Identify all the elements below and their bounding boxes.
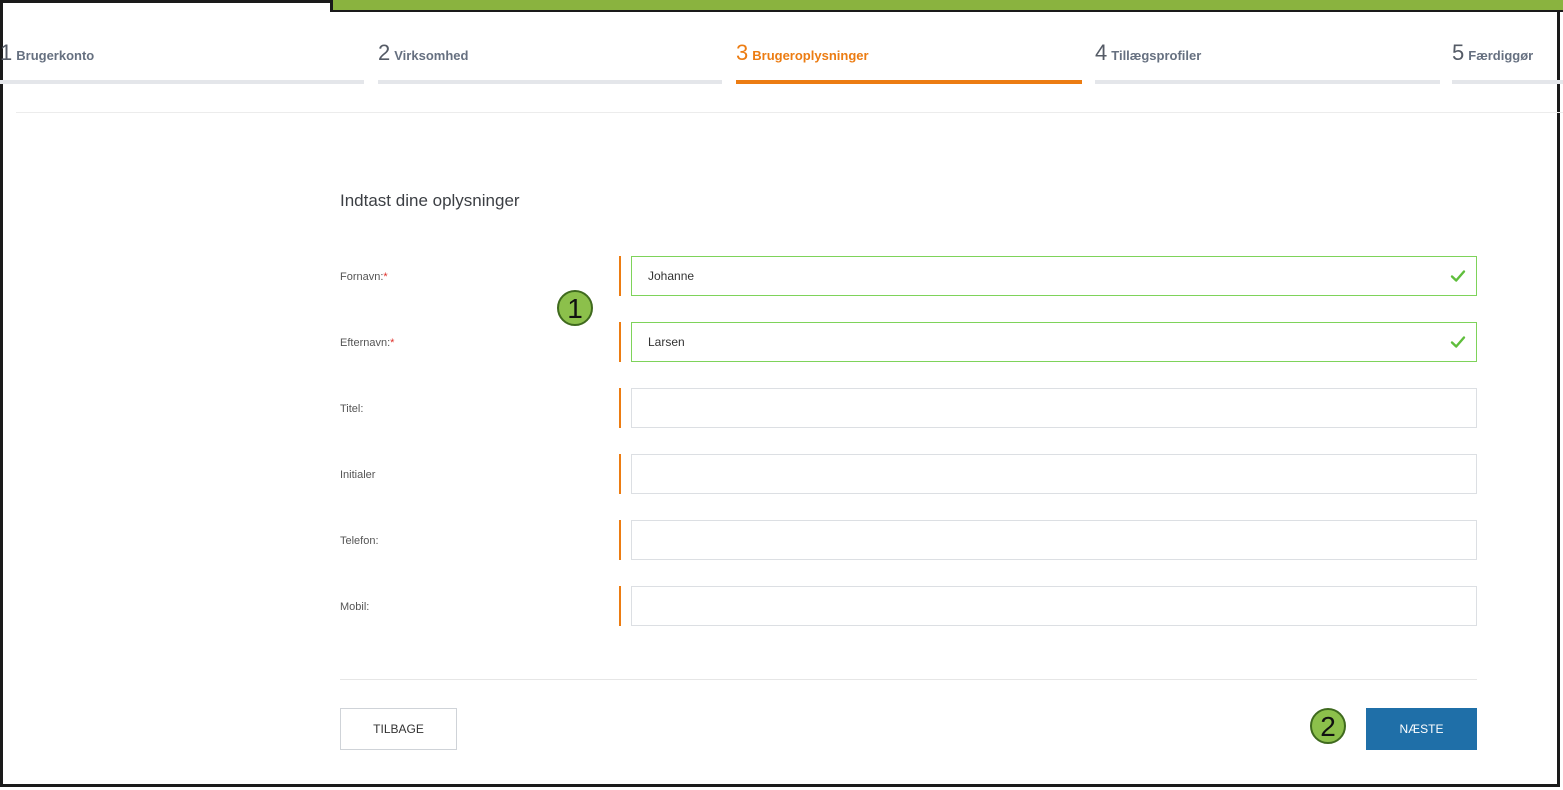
back-button[interactable]: TILBAGE — [340, 708, 457, 750]
telefon-input[interactable] — [631, 520, 1477, 560]
valid-check-icon — [1450, 270, 1466, 282]
step-label: Virksomhed — [394, 48, 469, 63]
top-border — [0, 0, 330, 3]
fornavn-input[interactable]: Johanne — [631, 256, 1477, 296]
step-number: 3 — [736, 40, 749, 65]
step-number: 2 — [378, 40, 391, 65]
step-number: 4 — [1095, 40, 1108, 65]
titel-label: Titel: — [340, 403, 364, 415]
step-tillaegsprofiler[interactable]: 4 Tillægsprofiler — [1095, 40, 1440, 90]
required-marker: * — [383, 271, 388, 283]
step-number: 1 — [0, 40, 13, 65]
form-title: Indtast dine oplysninger — [340, 191, 520, 210]
step-progress-bar — [1452, 80, 1563, 84]
step-progress-bar — [0, 80, 364, 84]
telefon-label: Telefon: — [340, 535, 379, 547]
efternavn-input[interactable]: Larsen — [631, 322, 1477, 362]
annotation-badge-2: 2 — [1310, 708, 1346, 744]
fornavn-label: Fornavn:* — [340, 271, 388, 283]
label-text: Efternavn: — [340, 337, 391, 349]
step-progress-bar — [378, 80, 722, 84]
efternavn-label: Efternavn:* — [340, 337, 394, 349]
label-text: Fornavn: — [340, 271, 384, 283]
valid-check-icon — [1450, 336, 1466, 348]
step-brugerkonto[interactable]: 1 Brugerkonto — [0, 40, 364, 90]
step-brugeroplysninger[interactable]: 3 Brugeroplysninger — [736, 40, 1082, 90]
step-label: Færdiggør — [1468, 48, 1534, 63]
input-value: Johanne — [648, 269, 695, 283]
step-progress-bar — [1095, 80, 1440, 84]
footer-divider — [340, 679, 1477, 680]
mobil-input[interactable] — [631, 586, 1477, 626]
step-label: Tillægsprofiler — [1111, 48, 1202, 63]
wizard-steps: 1 Brugerkonto 2 Virksomhed 3 Brugeroplysnin… — [0, 40, 1563, 90]
titel-input[interactable] — [631, 388, 1477, 428]
field-accent-bar — [619, 322, 621, 362]
step-label: Brugerkonto — [16, 48, 95, 63]
annotation-badge-1: 1 — [557, 290, 593, 326]
input-value: Larsen — [648, 335, 685, 349]
next-button[interactable]: NÆSTE — [1366, 708, 1477, 750]
initialer-input[interactable] — [631, 454, 1477, 494]
initialer-label: Initialer — [340, 469, 376, 481]
field-accent-bar — [619, 520, 621, 560]
required-marker: * — [390, 337, 395, 349]
step-progress-bar — [736, 80, 1082, 84]
mobil-label: Mobil: — [340, 601, 370, 613]
field-accent-bar — [619, 256, 621, 296]
field-accent-bar — [619, 454, 621, 494]
top-banner — [330, 0, 1563, 12]
step-label: Brugeroplysninger — [752, 48, 869, 63]
step-number: 5 — [1452, 40, 1465, 65]
step-virksomhed[interactable]: 2 Virksomhed — [378, 40, 722, 90]
field-accent-bar — [619, 388, 621, 428]
field-accent-bar — [619, 586, 621, 626]
header-divider — [16, 112, 1563, 113]
step-faerdiggor[interactable]: 5 Færdiggør — [1452, 40, 1563, 90]
